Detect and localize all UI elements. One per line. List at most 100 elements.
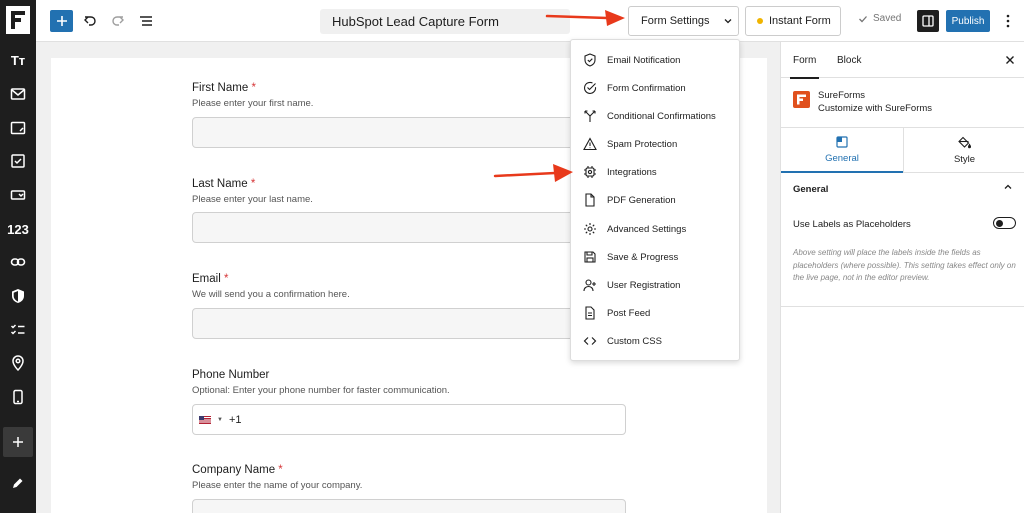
- menu-item-form-confirmation[interactable]: Form Confirmation: [571, 74, 739, 102]
- publish-button[interactable]: Publish: [946, 10, 990, 32]
- brand-name: SureForms: [818, 90, 865, 101]
- menu-item-post-feed[interactable]: Post Feed: [571, 299, 739, 327]
- menu-item-spam-protection[interactable]: Spam Protection: [571, 130, 739, 158]
- check-icon: [859, 15, 867, 22]
- menu-item-label: User Registration: [607, 279, 681, 291]
- top-toolbar: HubSpot Lead Capture Form Form Settings …: [36, 0, 1024, 42]
- settings-panel: Form Block SureForms Customize with Sure…: [780, 42, 1024, 513]
- list-view-icon: [140, 16, 152, 26]
- plugin-brand: SureForms Customize with SureForms: [793, 89, 1023, 119]
- tab-form[interactable]: Form: [789, 42, 820, 79]
- form-settings-menu: Email Notification Form Confirmation Con…: [570, 39, 740, 361]
- check-circle-icon: [584, 81, 597, 94]
- menu-item-conditional-confirmations[interactable]: Conditional Confirmations: [571, 102, 739, 130]
- menu-item-advanced-settings[interactable]: Advanced Settings: [571, 215, 739, 243]
- company-name-input[interactable]: [192, 499, 626, 513]
- checklist-icon[interactable]: [0, 315, 36, 345]
- field-email: Email * We will send you a confirmation …: [192, 273, 350, 300]
- location-icon[interactable]: [0, 348, 36, 378]
- close-panel-button[interactable]: [1005, 54, 1015, 68]
- menu-item-integrations[interactable]: Integrations: [571, 158, 739, 186]
- code-icon: [583, 337, 597, 345]
- sidebar-icon: [922, 15, 934, 27]
- arrow-to-form-settings-icon: [545, 10, 625, 26]
- phone-input[interactable]: ▼ +1: [192, 404, 626, 435]
- user-plus-icon: [583, 279, 596, 292]
- email-input[interactable]: [192, 308, 626, 339]
- plus-icon[interactable]: [3, 427, 33, 457]
- chevron-up-icon[interactable]: [1003, 182, 1013, 192]
- warning-icon: [583, 137, 597, 151]
- field-first-name: First Name * Please enter your first nam…: [192, 82, 313, 109]
- caret-down-icon[interactable]: ▼: [217, 417, 223, 423]
- settings-tabs: General Style: [781, 127, 1024, 173]
- form-settings-button[interactable]: Form Settings: [628, 6, 739, 36]
- menu-item-label: Save & Progress: [607, 251, 679, 263]
- first-name-input[interactable]: [192, 117, 626, 148]
- section-title-general[interactable]: General: [793, 184, 828, 195]
- form-title[interactable]: HubSpot Lead Capture Form: [320, 9, 570, 34]
- settings-sidebar-toggle[interactable]: [917, 10, 939, 32]
- sureforms-brand-icon: [793, 91, 810, 108]
- more-options-button[interactable]: [1000, 11, 1016, 31]
- menu-item-pdf-generation[interactable]: PDF Generation: [571, 186, 739, 214]
- shield-icon[interactable]: [0, 281, 36, 311]
- menu-item-label: Spam Protection: [607, 138, 678, 150]
- phone-icon[interactable]: [0, 382, 36, 412]
- textarea-icon[interactable]: [0, 113, 36, 143]
- brand-subtitle: Customize with SureForms: [818, 103, 933, 114]
- menu-item-custom-css[interactable]: Custom CSS: [571, 327, 739, 355]
- menu-item-label: Custom CSS: [607, 335, 662, 347]
- add-block-button[interactable]: [50, 10, 73, 32]
- menu-item-user-registration[interactable]: User Registration: [571, 271, 739, 299]
- menu-item-label: Conditional Confirmations: [607, 110, 716, 122]
- undo-button[interactable]: [80, 11, 100, 31]
- menu-item-save-progress[interactable]: Save & Progress: [571, 243, 739, 271]
- field-help: Please enter your first name.: [192, 98, 314, 109]
- use-labels-placeholders-toggle[interactable]: [993, 217, 1016, 229]
- field-label: First Name *: [192, 82, 256, 94]
- field-help: Optional: Enter your phone number for fa…: [192, 385, 450, 396]
- tab-general-label: General: [825, 152, 859, 164]
- close-icon: [1006, 56, 1014, 64]
- plus-icon: [56, 16, 67, 26]
- undo-icon: [84, 16, 96, 26]
- number-icon[interactable]: 123: [0, 214, 36, 244]
- saved-status: Saved: [858, 13, 901, 24]
- panel-tabs: Form Block: [781, 42, 1024, 79]
- use-labels-placeholders-label: Use Labels as Placeholders: [793, 219, 911, 230]
- tab-general[interactable]: General: [781, 128, 903, 173]
- redo-button[interactable]: [108, 11, 128, 31]
- field-label: Phone Number: [192, 369, 270, 381]
- form-settings-label: Form Settings: [641, 15, 710, 27]
- more-vertical-icon: [1006, 14, 1010, 28]
- tab-block[interactable]: Block: [837, 42, 861, 78]
- text-block-icon[interactable]: Tт: [0, 45, 36, 75]
- menu-item-label: Integrations: [607, 166, 657, 178]
- pencil-icon[interactable]: [0, 468, 36, 498]
- post-icon: [585, 306, 595, 320]
- us-flag-icon[interactable]: [199, 415, 211, 424]
- phone-prefix: +1: [228, 413, 242, 426]
- document-icon: [585, 193, 595, 207]
- saved-label: Saved: [873, 13, 902, 24]
- menu-item-label: Advanced Settings: [607, 223, 687, 235]
- status-dot: [757, 18, 763, 24]
- link-icon[interactable]: [0, 247, 36, 277]
- integration-icon: [584, 166, 596, 178]
- mail-icon[interactable]: [0, 79, 36, 109]
- tab-style[interactable]: Style: [903, 128, 1024, 173]
- menu-item-label: Email Notification: [607, 54, 681, 66]
- general-settings-icon: [836, 135, 848, 148]
- sureforms-logo-icon[interactable]: [6, 6, 30, 34]
- paint-bucket-icon: [958, 136, 971, 149]
- checkbox-icon[interactable]: [0, 146, 36, 176]
- instant-form-button[interactable]: Instant Form: [745, 6, 841, 36]
- menu-item-label: Post Feed: [607, 307, 651, 319]
- menu-item-label: Form Confirmation: [607, 82, 686, 94]
- list-view-button[interactable]: [136, 11, 156, 31]
- menu-item-email-notification[interactable]: Email Notification: [571, 46, 739, 74]
- field-label: Last Name *: [192, 178, 256, 190]
- dropdown-icon[interactable]: [0, 180, 36, 210]
- last-name-input[interactable]: [192, 212, 626, 243]
